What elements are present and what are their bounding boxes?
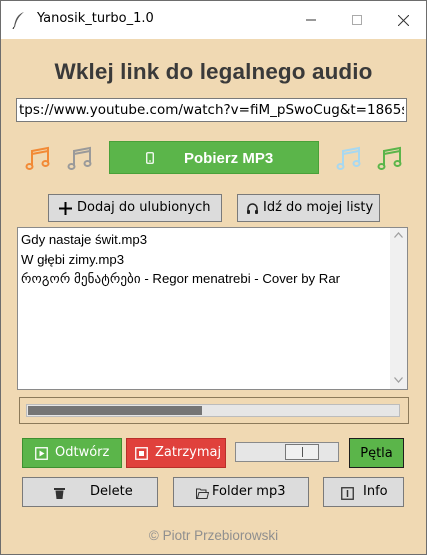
scroll-down-arrow-icon[interactable] <box>394 377 403 383</box>
go-to-my-list-label: Idź do mojej listy <box>263 200 374 215</box>
music-note-icon-gray <box>67 146 92 170</box>
info-button[interactable]: Info <box>323 477 404 507</box>
delete-label: Delete <box>90 484 133 499</box>
info-icon <box>341 487 354 500</box>
download-mp3-label: Pobierz MP3 <box>184 150 274 167</box>
close-button[interactable] <box>380 1 426 39</box>
feather-icon <box>12 12 24 29</box>
loop-toggle[interactable]: Pętla <box>349 438 404 468</box>
minimize-icon <box>306 19 316 21</box>
playlist-scrollbar[interactable] <box>390 228 407 389</box>
stop-icon <box>135 447 148 460</box>
volume-slider[interactable] <box>235 442 339 462</box>
copyright-footer: © Piotr Przebiorowski <box>148 528 279 543</box>
trash-icon <box>54 488 65 499</box>
playback-progress-frame <box>19 397 409 424</box>
app-window: Yanosik_turbo_1.0 Wklej link do legalneg… <box>0 0 427 555</box>
title-bar[interactable]: Yanosik_turbo_1.0 <box>1 1 426 39</box>
delete-button[interactable]: Delete <box>22 477 158 507</box>
close-icon <box>397 14 409 26</box>
info-label: Info <box>363 484 388 499</box>
page-title: Wklej link do legalnego audio <box>54 59 373 84</box>
go-to-my-list-button[interactable]: Idź do mojej listy <box>237 194 380 222</box>
folder-mp3-button[interactable]: Folder mp3 <box>173 477 309 507</box>
stop-button[interactable]: Zatrzymaj <box>126 438 226 468</box>
maximize-icon <box>352 15 362 25</box>
music-note-icon-green <box>377 146 402 170</box>
stop-label: Zatrzymaj <box>155 445 222 460</box>
playback-progress-bar[interactable] <box>26 404 400 417</box>
list-item[interactable]: W głębi zimy.mp3 <box>21 252 124 267</box>
playlist-listbox[interactable]: Gdy nastaje świt.mp3 W głębi zimy.mp3 რო… <box>17 227 408 390</box>
add-to-favorites-button[interactable]: Dodaj do ulubionych <box>48 194 222 222</box>
list-item[interactable]: Gdy nastaje świt.mp3 <box>21 232 147 247</box>
headphones-icon <box>247 203 258 214</box>
window-title: Yanosik_turbo_1.0 <box>37 11 154 26</box>
folder-icon <box>196 488 209 499</box>
scroll-up-arrow-icon[interactable] <box>394 232 403 238</box>
play-label: Odtwórz <box>55 445 110 460</box>
folder-mp3-label: Folder mp3 <box>212 484 286 499</box>
list-item[interactable]: როგორ მენატრები - Regor menatrebi - Cove… <box>21 271 340 287</box>
play-icon <box>35 447 48 460</box>
download-mp3-button[interactable]: Pobierz MP3 <box>109 141 319 174</box>
maximize-button[interactable] <box>334 1 380 39</box>
music-note-icon-lightblue <box>336 146 361 170</box>
plus-icon <box>59 202 72 215</box>
url-input[interactable] <box>16 98 407 122</box>
loop-label: Pętla <box>360 445 393 461</box>
music-note-icon-orange <box>25 146 50 170</box>
play-button[interactable]: Odtwórz <box>22 438 122 468</box>
playback-progress-fill <box>28 406 202 415</box>
volume-slider-thumb[interactable] <box>285 444 319 460</box>
add-to-favorites-label: Dodaj do ulubionych <box>77 200 211 215</box>
phone-icon <box>146 152 154 164</box>
minimize-button[interactable] <box>288 1 334 39</box>
